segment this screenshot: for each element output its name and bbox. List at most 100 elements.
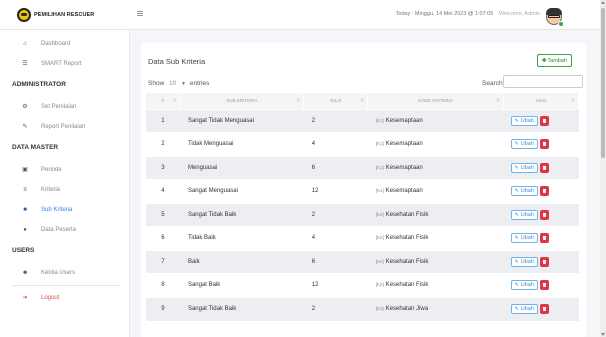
- column-header-aksi[interactable]: AKSI ⇅: [503, 93, 579, 109]
- sidebar-item-report-penilaian[interactable]: ✎ Report Penilaian: [22, 121, 85, 133]
- row-nilai: 4: [303, 132, 368, 156]
- row-kode-kriteria: [K1] Kesemaptaan: [367, 179, 504, 203]
- sidebar-item-sub-kriteria[interactable]: ■ Sub Kriteria: [22, 204, 72, 216]
- row-nilai: 12: [303, 179, 368, 203]
- edit-icon: ✎: [514, 164, 519, 171]
- column-header-sub-kriteria[interactable]: SUB KRITERIA ⇅: [179, 93, 305, 109]
- delete-button[interactable]: [539, 139, 549, 150]
- edit-button[interactable]: ✎ Ubah: [510, 162, 538, 173]
- sidebar-item-kelola-users[interactable]: ☻ Kelola Users: [22, 267, 75, 279]
- delete-button[interactable]: [539, 233, 549, 244]
- sidebar-item-label: SMART Report: [41, 61, 82, 67]
- row-number: 2: [146, 132, 180, 156]
- table-icon: ☰: [22, 61, 28, 67]
- edit-button[interactable]: ✎ Ubah: [510, 304, 538, 314]
- edit-icon: ✎: [514, 141, 519, 148]
- delete-button[interactable]: [539, 162, 549, 173]
- page-scrollbar[interactable]: [600, 0, 606, 337]
- sidebar-item-data-peserta[interactable]: ● Data Peserta: [22, 224, 76, 236]
- sort-icon: ⇅: [360, 98, 365, 103]
- table-row: 3 Menguasai 6 [K1] Kesemaptaan ✎ Ubah: [146, 155, 579, 180]
- column-header-label: SUB KRITERIA: [226, 98, 258, 104]
- row-nilai: 2: [303, 296, 368, 321]
- edit-button[interactable]: ✎ Ubah: [510, 280, 538, 291]
- edit-button-label: Ubah: [520, 141, 534, 148]
- sidebar-item-label: Sub Kriteria: [41, 207, 73, 213]
- edit-button-label: Ubah: [520, 306, 534, 312]
- edit-button-label: Ubah: [520, 164, 534, 171]
- delete-button[interactable]: [539, 209, 549, 220]
- column-header-kode-kriteria[interactable]: KODE KRITERIA ⇅: [367, 93, 505, 109]
- delete-button[interactable]: [539, 256, 549, 267]
- sidebar-item-kriteria[interactable]: ≡ Kriteria: [22, 184, 60, 196]
- edit-button[interactable]: ✎ Ubah: [510, 139, 538, 150]
- sidebar-heading-data-master: DATA MASTER: [12, 144, 59, 151]
- sidebar-item-label: Periode: [41, 167, 62, 173]
- row-kode-kriteria: [K2] Kesehatan Fisik: [367, 202, 504, 227]
- table-row: 9 Sangat Tidak Baik 2 [K3] Kesehatan Jiwa ✎ Ub…: [146, 296, 579, 321]
- sidebar-heading-administrator: ADMINISTRATOR: [12, 81, 66, 88]
- kriteria-name: Kesemaptaan: [385, 188, 423, 195]
- entries-length-control: Show 10 ▼ entries: [148, 80, 209, 87]
- chevron-down-icon[interactable]: ▼: [181, 81, 186, 87]
- edit-icon: ✎: [514, 117, 519, 124]
- edit-button[interactable]: ✎ Ubah: [510, 115, 538, 126]
- entries-label: entries: [189, 80, 210, 87]
- table-row: 5 Sangat Tidak Baik 2 [K2] Kesehatan Fisik ✎ U…: [146, 202, 579, 227]
- avatar-glasses-icon: [548, 15, 560, 18]
- brand-name: PEMILIHAN RESCUER: [34, 12, 95, 18]
- edit-button[interactable]: ✎ Ubah: [510, 186, 538, 197]
- edit-button[interactable]: ✎ Ubah: [510, 233, 538, 244]
- edit-icon: ✎: [514, 235, 519, 242]
- kriteria-name: Kesehatan Fisik: [385, 211, 429, 218]
- column-header-number[interactable]: # ⇅: [146, 93, 181, 109]
- row-kode-kriteria: [K2] Kesehatan Fisik: [367, 249, 504, 274]
- delete-button[interactable]: [539, 115, 549, 126]
- table-row: 1 Sangat Tidak Menguasai 2 [K1] Kesemaptaan ✎…: [146, 108, 579, 133]
- brand[interactable]: PEMILIHAN RESCUER: [0, 0, 130, 30]
- sidebar-item-periode[interactable]: ▣ Periode: [22, 164, 62, 176]
- delete-button[interactable]: [539, 280, 549, 291]
- row-nilai: 6: [303, 249, 368, 274]
- sidebar-item-label: Kriteria: [41, 187, 61, 193]
- sidebar-item-set-penilaian[interactable]: ⚙ Set Penilaian: [22, 101, 76, 113]
- edit-icon: ✎: [514, 282, 519, 289]
- edit-button[interactable]: ✎ Ubah: [510, 256, 538, 267]
- bookmark-icon: ■: [23, 207, 27, 213]
- table-row: 2 Tidak Menguasai 4 [K1] Kesemaptaan ✎ Ubah: [146, 132, 579, 156]
- hamburger-menu-icon[interactable]: [137, 11, 143, 16]
- kriteria-name: Kesemaptaan: [385, 117, 423, 124]
- edit-icon: ✎: [514, 306, 519, 312]
- column-header-label: #: [161, 98, 164, 104]
- kriteria-name: Kesehatan Fisik: [385, 258, 429, 265]
- sidebar-item-smart-report[interactable]: ☰ SMART Report: [22, 58, 81, 70]
- scroll-down-icon[interactable]: [601, 333, 605, 336]
- row-number: 5: [146, 202, 180, 227]
- entries-select[interactable]: 10: [169, 81, 176, 87]
- row-number: 8: [146, 273, 180, 297]
- edit-button[interactable]: ✎ Ubah: [510, 209, 538, 220]
- delete-button[interactable]: [539, 186, 549, 197]
- add-button[interactable]: ✚ Tambah: [536, 54, 572, 67]
- edit-button-label: Ubah: [520, 258, 534, 265]
- sidebar-item-logout[interactable]: ➜ Logout: [22, 292, 59, 304]
- scrollbar-thumb[interactable]: [601, 8, 605, 158]
- table-header-row: # ⇅ SUB KRITERIA ⇅ NILAI ⇅ KODE KRITERIA ⇅ A…: [146, 93, 579, 109]
- user-avatar[interactable]: [544, 5, 564, 27]
- row-kode-kriteria: [K1] Kesemaptaan: [367, 108, 504, 133]
- kriteria-code: [K1]: [375, 141, 384, 147]
- sidebar-item-label: Report Penilaian: [41, 124, 86, 130]
- scroll-up-icon[interactable]: [601, 1, 605, 4]
- row-actions: ✎ Ubah: [503, 155, 579, 180]
- search-label: Search:: [482, 80, 505, 87]
- row-actions: ✎ Ubah: [503, 202, 579, 227]
- search-input[interactable]: [503, 75, 583, 88]
- column-header-label: AKSI: [535, 98, 547, 104]
- table-body: 1 Sangat Tidak Menguasai 2 [K1] Kesemaptaan ✎…: [146, 108, 579, 321]
- row-sub-kriteria: Sangat Menguasai: [179, 179, 304, 203]
- column-header-nilai[interactable]: NILAI ⇅: [303, 93, 369, 109]
- sidebar-item-dashboard[interactable]: ⌂ Dashboard: [22, 38, 70, 50]
- edit-icon: ✎: [514, 258, 519, 265]
- delete-button[interactable]: [539, 304, 549, 314]
- kriteria-code: [K3]: [375, 306, 384, 311]
